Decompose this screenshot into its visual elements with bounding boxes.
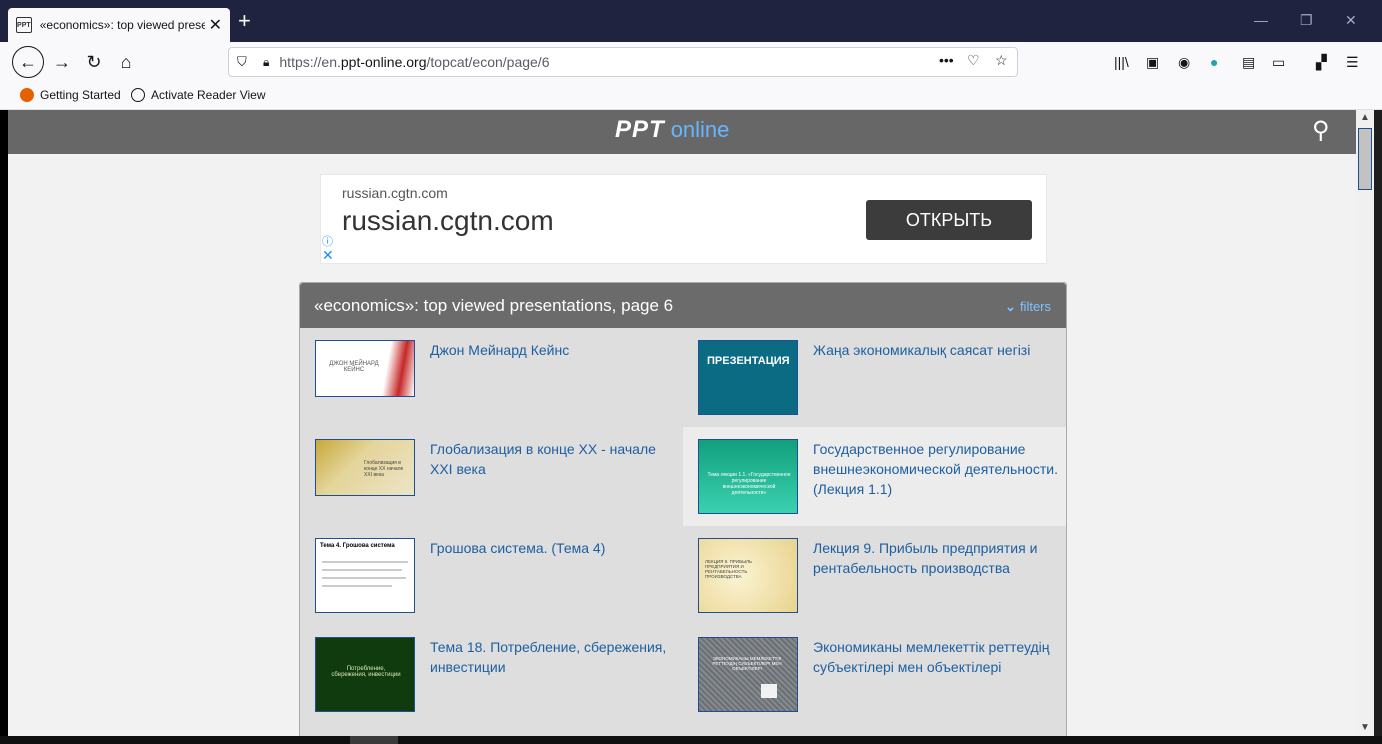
window-close-icon[interactable]: ✕ (1345, 12, 1357, 29)
thumbnail-line (322, 569, 402, 571)
list-item[interactable]: ЭКОНОМИКАНЫ МЕМЛЕКЕТТІК РЕТТЕУДІҢ СУБЪЕК… (683, 625, 1066, 724)
search-icon[interactable]: ⚲ (1312, 116, 1330, 145)
presentations-panel: «economics»: top viewed presentations, p… (299, 282, 1067, 736)
bookmark-star-icon[interactable]: ☆ (995, 52, 1008, 69)
thumbnail[interactable]: ДЖОН МЕЙНАРД КЕЙНС (315, 340, 415, 397)
menu-icon[interactable]: ☰ (1346, 54, 1359, 71)
logo-ppt: PPT (615, 116, 665, 143)
item-title-link[interactable]: Жаңа экономикалық саясат негізі (813, 340, 1058, 360)
sidebar-icon[interactable]: ▣ (1146, 54, 1159, 71)
panel-header: «economics»: top viewed presentations, p… (300, 283, 1066, 328)
reading-list-icon[interactable]: ▭ (1272, 54, 1285, 71)
scroll-down-icon[interactable]: ▼ (1356, 722, 1374, 733)
browser-tab[interactable]: PPT «economics»: top viewed prese ✕ (8, 8, 230, 42)
thumbnail-text: Потребление, сбережения, инвестиции (331, 666, 401, 678)
site-header: PPT online ⚲ (8, 110, 1356, 154)
ad-open-button[interactable]: ОТКРЫТЬ (866, 200, 1032, 240)
lock-icon[interactable]: 🔒︎ (263, 55, 269, 70)
thumbnail-figure (761, 684, 777, 698)
item-title-link[interactable]: Тема 18. Потребление, сбережения, инвест… (430, 637, 675, 677)
bookmark-reader-view[interactable]: Activate Reader View (131, 88, 266, 102)
restore-icon[interactable]: ❐ (1300, 12, 1313, 29)
item-title-link[interactable]: Джон Мейнард Кейнс (430, 340, 675, 360)
bookmarks-toolbar: Getting Started Activate Reader View (0, 82, 1382, 110)
reader-icon[interactable]: ▤ (1242, 54, 1255, 71)
ad-close-icon[interactable]: ✕ (322, 247, 334, 264)
taskbar (0, 736, 1382, 744)
thumbnail[interactable]: Потребление, сбережения, инвестиции (315, 637, 415, 712)
scroll-up-icon[interactable]: ▲ (1356, 112, 1374, 123)
filters-toggle[interactable]: ⌄ filters (1005, 299, 1051, 315)
firefox-icon (20, 88, 34, 102)
thumbnail-text: Тема 4. Грошова система (320, 543, 395, 549)
list-item[interactable]: ДЖОН МЕЙНАРД КЕЙНС Джон Мейнард Кейнс (300, 328, 683, 427)
thumbnail-line (322, 577, 406, 579)
item-title-link[interactable]: Лекция 9. Прибыль предприятия и рентабел… (813, 538, 1058, 578)
bookmark-getting-started[interactable]: Getting Started (20, 88, 121, 102)
thumbnail[interactable]: Глобализация в конце XX начале XXI века (315, 439, 415, 496)
item-title-link[interactable]: Грошова система. (Тема 4) (430, 538, 675, 558)
thumbnail[interactable]: Тема 4. Грошова система (315, 538, 415, 613)
logo-online: online (670, 117, 730, 142)
list-item[interactable]: Тема 4. Грошова система Грошова система.… (300, 526, 683, 625)
new-tab-icon[interactable]: + (238, 10, 251, 32)
page-actions-icon[interactable]: ••• (939, 52, 954, 68)
thumbnail-line (322, 585, 392, 587)
thumbnail-text: ЛЕКЦИЯ 9. ПРИБЫЛЬ ПРЕДПРИЯТИЯ И РЕНТАБЕЛ… (705, 559, 752, 579)
back-icon[interactable]: ← (12, 46, 44, 78)
thumbnail-text: ПРЕЗЕНТАЦИЯ (707, 355, 790, 367)
filters-label: filters (1019, 299, 1051, 314)
list-item[interactable]: ПРЕЗЕНТАЦИЯ Жаңа экономикалық саясат нег… (683, 328, 1066, 427)
forward-icon[interactable]: → (48, 48, 76, 76)
extensions-icon[interactable]: ▞ (1316, 54, 1327, 71)
page-scrollbar[interactable]: ▲ ▼ (1356, 110, 1374, 736)
globe-icon (131, 88, 145, 102)
thumbnail-text: Тема лекции 1.1. «Государственное регули… (707, 472, 791, 496)
item-title-link[interactable]: Глобализация в конце XX - начале XXI век… (430, 439, 675, 479)
page-viewport: PPT online ⚲ russian.cgtn.com russian.cg… (8, 110, 1356, 736)
url-bar[interactable]: ⛉ 🔒︎ https://en.ppt-online.org/topcat/ec… (228, 47, 1018, 77)
ad-big-domain: russian.cgtn.com (342, 205, 554, 236)
thumbnail[interactable]: ЭКОНОМИКАНЫ МЕМЛЕКЕТТІК РЕТТЕУДІҢ СУБЪЕК… (698, 637, 798, 712)
tab-bar: PPT «economics»: top viewed prese ✕ + — … (0, 0, 1382, 42)
thumbnail-text: Глобализация в конце XX начале XXI века (364, 460, 404, 478)
site-logo[interactable]: PPT online (615, 116, 729, 144)
ppt-favicon-icon: PPT (16, 17, 32, 33)
list-item[interactable]: Потребление, сбережения, инвестиции Тема… (300, 625, 683, 724)
taskbar-item[interactable] (350, 736, 398, 744)
extension-icon[interactable]: ● (1210, 54, 1218, 70)
thumbnail-line (322, 561, 408, 563)
bookmark-label: Activate Reader View (151, 88, 266, 102)
list-item[interactable]: ЛЕКЦИЯ 9. ПРИБЫЛЬ ПРЕДПРИЯТИЯ И РЕНТАБЕЛ… (683, 526, 1066, 625)
account-icon[interactable]: ◉ (1178, 54, 1190, 71)
bookmark-label: Getting Started (40, 88, 121, 102)
thumbnail[interactable]: Тема лекции 1.1. «Государственное регули… (698, 439, 798, 514)
thumbnail-text: ДЖОН МЕЙНАРД КЕЙНС (329, 361, 379, 373)
list-item[interactable]: Тема лекции 1.1. «Государственное регули… (683, 427, 1066, 526)
navigation-bar: ← → ↻ ⌂ ⛉ 🔒︎ https://en.ppt-online.org/t… (0, 42, 1382, 82)
chevron-down-icon: ⌄ (1005, 299, 1016, 314)
close-tab-icon[interactable]: ✕ (209, 15, 222, 35)
thumbnail[interactable]: ЛЕКЦИЯ 9. ПРИБЫЛЬ ПРЕДПРИЯТИЯ И РЕНТАБЕЛ… (698, 538, 798, 613)
library-icon[interactable]: |||\ (1114, 54, 1129, 70)
item-title-link[interactable]: Экономиканы мемлекеттік реттеудің субъек… (813, 637, 1058, 677)
thumbnail-text: ЭКОНОМИКАНЫ МЕМЛЕКЕТТІК РЕТТЕУДІҢ СУБЪЕК… (712, 656, 782, 671)
url-text[interactable]: https://en.ppt-online.org/topcat/econ/pa… (279, 54, 549, 70)
ad-small-domain: russian.cgtn.com (342, 185, 448, 201)
minimize-icon[interactable]: — (1254, 12, 1268, 28)
home-icon[interactable]: ⌂ (112, 48, 140, 76)
reload-icon[interactable]: ↻ (80, 48, 108, 76)
scrollbar-thumb[interactable] (1358, 128, 1372, 190)
thumbnail[interactable]: ПРЕЗЕНТАЦИЯ (698, 340, 798, 415)
pocket-icon[interactable]: ♡ (967, 52, 980, 69)
ad-banner[interactable]: russian.cgtn.com russian.cgtn.com ОТКРЫТ… (320, 174, 1047, 264)
window-edge (1374, 110, 1382, 736)
tab-title: «economics»: top viewed prese (39, 18, 205, 32)
list-item[interactable]: Глобализация в конце XX начале XXI века … (300, 427, 683, 526)
panel-title: «economics»: top viewed presentations, p… (314, 295, 674, 315)
shield-icon[interactable]: ⛉ (237, 54, 253, 70)
item-title-link[interactable]: Государственное регулирование внешнеэкон… (813, 439, 1058, 499)
